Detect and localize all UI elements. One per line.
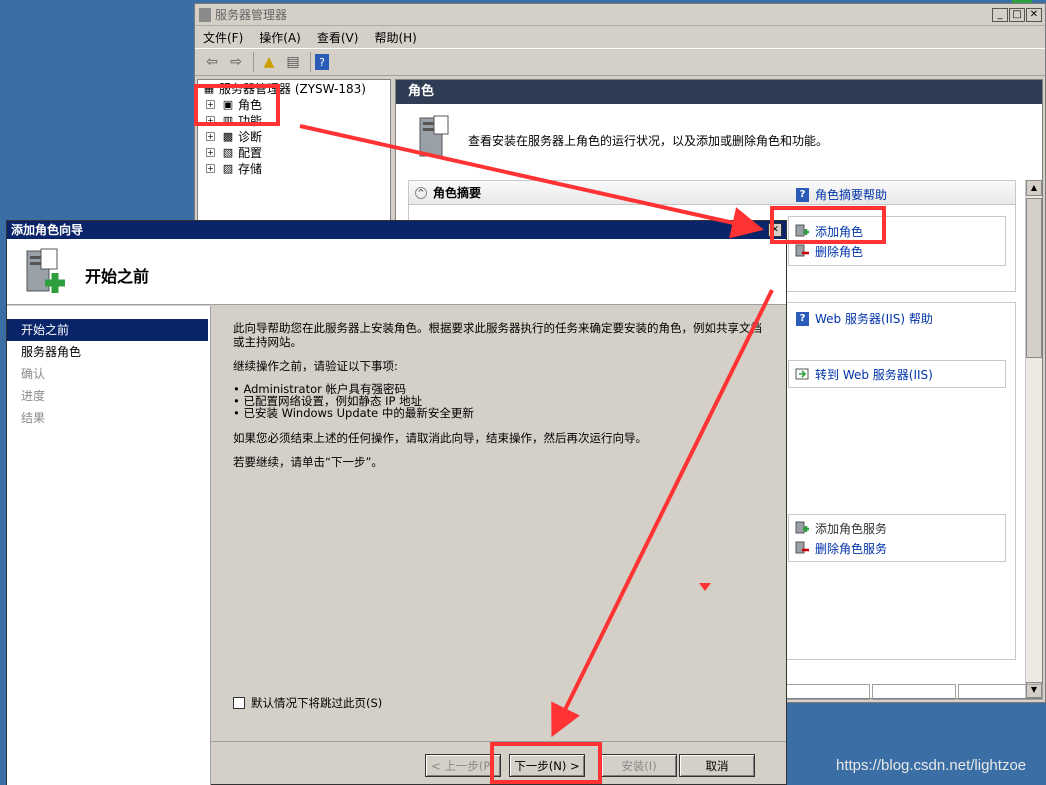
cursor-marker <box>699 583 711 591</box>
arrow-add-role-to-next <box>551 289 774 738</box>
watermark: https://blog.csdn.net/lightzoe <box>836 757 1027 774</box>
arrow-roles-to-add-role <box>299 124 764 239</box>
annotation-arrows <box>299 124 774 738</box>
